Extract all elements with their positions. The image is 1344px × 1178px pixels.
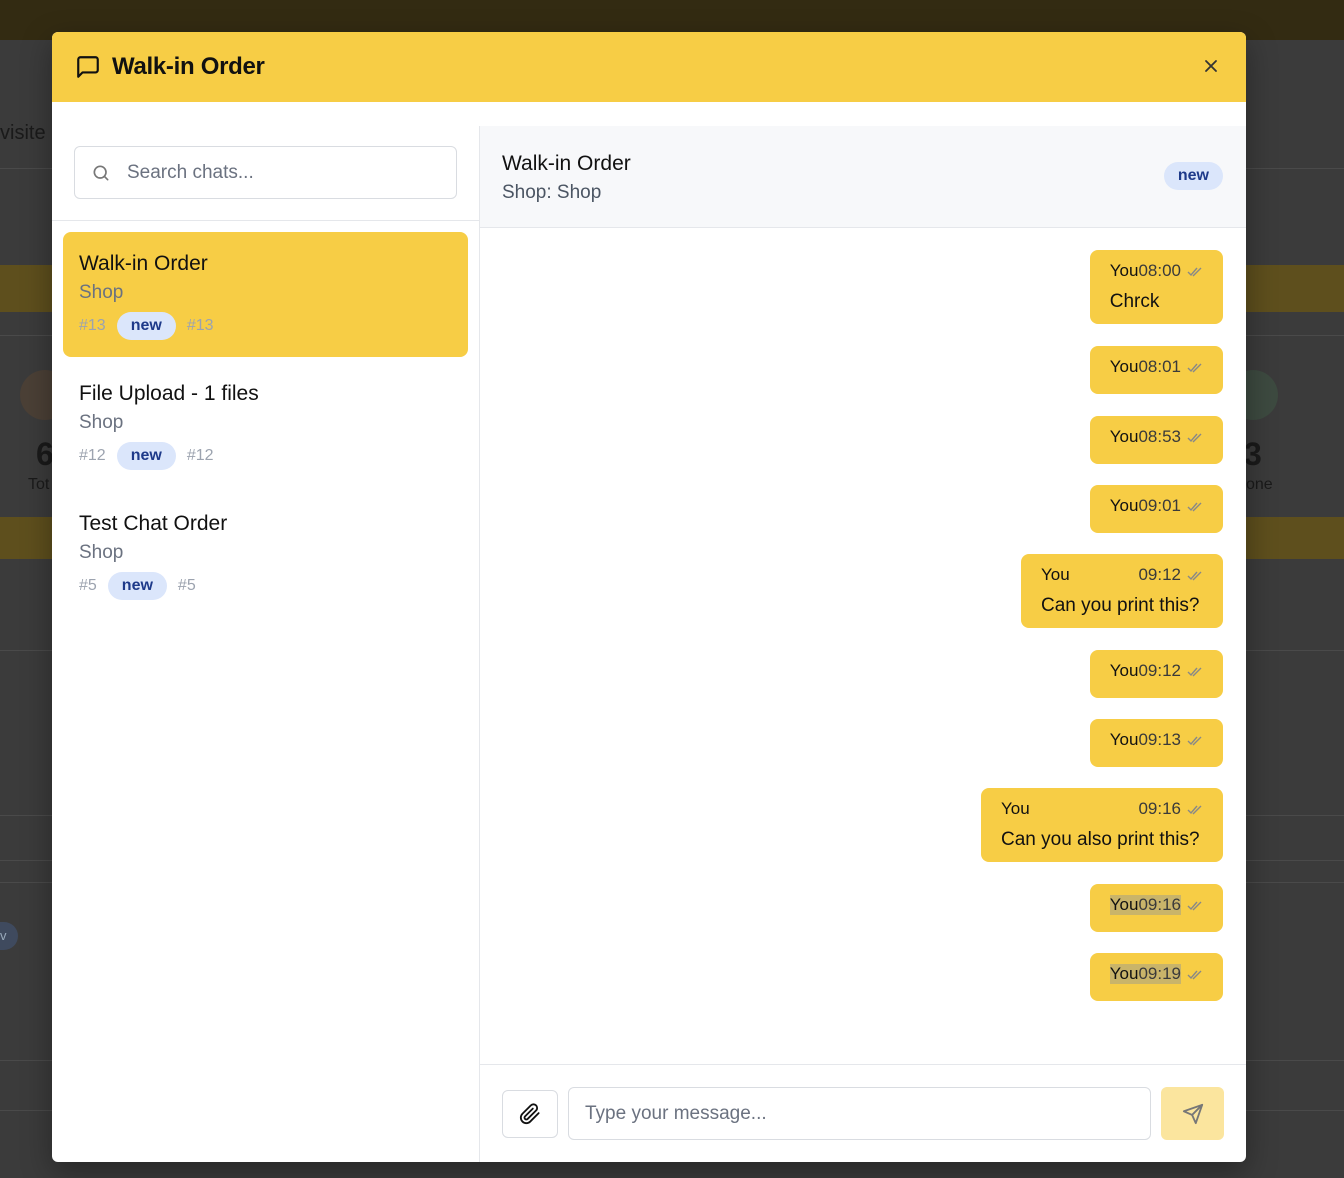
message-time: 09:16	[1138, 799, 1181, 818]
message-time: 09:12	[1138, 565, 1181, 584]
message-sender: You	[1109, 427, 1139, 446]
search-icon	[91, 162, 111, 184]
message-bubble: You 09:12 Can you print this?	[1021, 554, 1223, 628]
double-check-icon	[1187, 734, 1203, 746]
message-sender: You	[1109, 661, 1139, 680]
chat-modal: Walk-in Order Walk-in Order Shop	[52, 32, 1246, 1162]
chat-title: Walk-in Order	[79, 252, 208, 275]
chat-list: Walk-in Order Shop #13 new #13 File Uplo…	[52, 221, 479, 617]
message-input-wrapper	[568, 1087, 1151, 1140]
chat-title: Test Chat Order	[79, 512, 228, 535]
chat-list-item[interactable]: Test Chat Order Shop #5 new #5	[63, 492, 468, 617]
conversation-header: Walk-in Order Shop: Shop new	[480, 126, 1246, 228]
double-check-icon	[1187, 803, 1203, 815]
background-stat-label: one	[1246, 476, 1273, 493]
conversation-title: Walk-in Order	[502, 152, 631, 175]
message-time: 09:16	[1138, 895, 1181, 915]
message-sender: You	[1001, 799, 1030, 818]
message-time: 09:12	[1138, 661, 1181, 680]
paperclip-icon	[519, 1102, 540, 1124]
conversation-panel: Walk-in Order Shop: Shop new You 08:00 Ch…	[480, 126, 1246, 1162]
message-sender: You	[1109, 357, 1139, 376]
chat-shop: Shop	[79, 542, 124, 563]
chat-id: #5	[177, 577, 196, 594]
double-check-icon	[1187, 665, 1203, 677]
close-icon	[1205, 60, 1217, 72]
conversation-subtitle: Shop: Shop	[502, 182, 602, 203]
message-list: You 08:00 Chrck You 08:01 You 08:53 You 09:0…	[480, 228, 1246, 1064]
message-bubble: You 09:19	[1089, 953, 1223, 1001]
double-check-icon	[1187, 569, 1203, 581]
close-button[interactable]	[1198, 53, 1224, 79]
double-check-icon	[1187, 500, 1203, 512]
search-box	[74, 146, 457, 199]
message-sender: You	[1109, 261, 1139, 280]
chat-id: #13	[186, 317, 214, 334]
message-sender: You	[1109, 895, 1139, 915]
message-sender: You	[1109, 964, 1139, 984]
chat-id: #12	[186, 447, 214, 464]
message-text: Can you print this?	[1041, 595, 1200, 616]
message-text: Can you also print this?	[1001, 829, 1200, 850]
message-text: Chrck	[1109, 291, 1160, 312]
message-time: 09:13	[1138, 730, 1181, 749]
message-input[interactable]	[585, 1102, 1134, 1125]
message-time: 09:19	[1138, 964, 1181, 984]
background-text: visite	[0, 122, 46, 144]
modal-header: Walk-in Order	[52, 32, 1246, 102]
message-bubble: You 09:12	[1089, 650, 1223, 698]
message-bubble: You 09:16 Can you also print this?	[981, 788, 1223, 862]
message-bubble: You 08:53	[1089, 416, 1223, 464]
message-square-icon	[75, 54, 101, 80]
status-badge: new	[116, 442, 176, 470]
message-composer	[480, 1064, 1246, 1162]
double-check-icon	[1187, 899, 1203, 911]
message-sender: You	[1041, 565, 1070, 584]
double-check-icon	[1187, 431, 1203, 443]
message-time: 09:01	[1138, 496, 1181, 515]
status-badge: new	[1163, 162, 1223, 190]
chat-sidebar: Walk-in Order Shop #13 new #13 File Uplo…	[52, 126, 480, 1162]
message-time: 08:00	[1138, 261, 1181, 280]
background-badge: v	[0, 922, 18, 950]
search-input[interactable]	[127, 161, 440, 184]
message-bubble: You 09:16	[1089, 884, 1223, 932]
chat-id: #13	[79, 317, 106, 334]
message-bubble: You 08:01	[1089, 346, 1223, 394]
message-bubble: You 09:01	[1089, 485, 1223, 533]
chat-id: #5	[79, 577, 97, 594]
message-bubble: You 08:00 Chrck	[1089, 250, 1223, 324]
status-badge: new	[116, 312, 176, 340]
chat-shop: Shop	[79, 282, 124, 303]
chat-id: #12	[79, 447, 106, 464]
double-check-icon	[1187, 265, 1203, 277]
background-stat-label: Tot	[28, 476, 50, 493]
chat-title: File Upload - 1 files	[79, 382, 259, 405]
message-time: 08:53	[1138, 427, 1181, 446]
chat-list-item[interactable]: File Upload - 1 files Shop #12 new #12	[63, 362, 468, 487]
double-check-icon	[1187, 968, 1203, 980]
send-button[interactable]	[1161, 1087, 1224, 1140]
modal-title: Walk-in Order	[112, 53, 265, 80]
message-time: 08:01	[1138, 357, 1181, 376]
send-icon	[1182, 1103, 1203, 1124]
message-sender: You	[1109, 496, 1139, 515]
background-stat-value: 3	[1244, 436, 1262, 472]
status-badge: new	[107, 572, 167, 600]
message-sender: You	[1109, 730, 1139, 749]
chat-list-item[interactable]: Walk-in Order Shop #13 new #13	[63, 232, 468, 357]
double-check-icon	[1187, 361, 1203, 373]
message-bubble: You 09:13	[1089, 719, 1223, 767]
attach-button[interactable]	[502, 1089, 558, 1138]
chat-shop: Shop	[79, 412, 124, 433]
